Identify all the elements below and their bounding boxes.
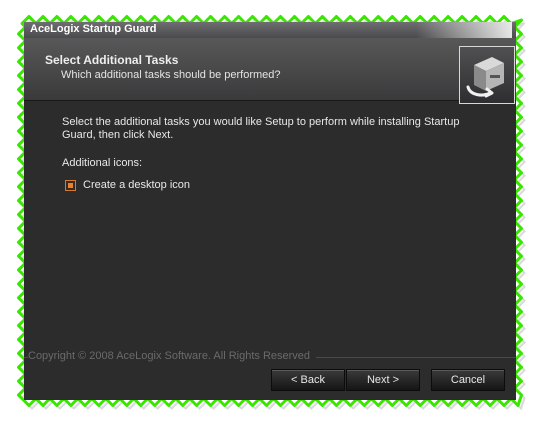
copyright-text: Copyright © 2008 AceLogix Software. All …: [28, 350, 317, 362]
installer-box-icon: [459, 46, 515, 104]
desktop-icon-checkbox[interactable]: [65, 179, 76, 191]
wizard-header: Select Additional Tasks Which additional…: [24, 38, 516, 104]
additional-icons-label: Additional icons:: [62, 157, 143, 169]
wizard-content: Select the additional tasks you would li…: [24, 102, 516, 347]
page-subtitle: Which additional tasks should be perform…: [61, 69, 281, 81]
title-bar-glow: [416, 22, 512, 38]
task-description: Select the additional tasks you would li…: [62, 116, 460, 141]
cancel-button[interactable]: Cancel: [431, 369, 505, 391]
desktop-icon-task[interactable]: Create a desktop icon: [65, 178, 190, 192]
next-button[interactable]: Next >: [346, 369, 420, 391]
desktop-icon-checkbox-label: Create a desktop icon: [83, 179, 191, 191]
back-button[interactable]: < Back: [271, 369, 345, 391]
title-bar[interactable]: AceLogix Startup Guard: [24, 22, 516, 38]
setup-window: AceLogix Startup Guard Select Additional…: [24, 22, 516, 400]
screenshot-stage: AceLogix Startup Guard Select Additional…: [0, 0, 538, 423]
page-title: Select Additional Tasks: [45, 53, 179, 67]
window-title: AceLogix Startup Guard: [30, 23, 157, 35]
